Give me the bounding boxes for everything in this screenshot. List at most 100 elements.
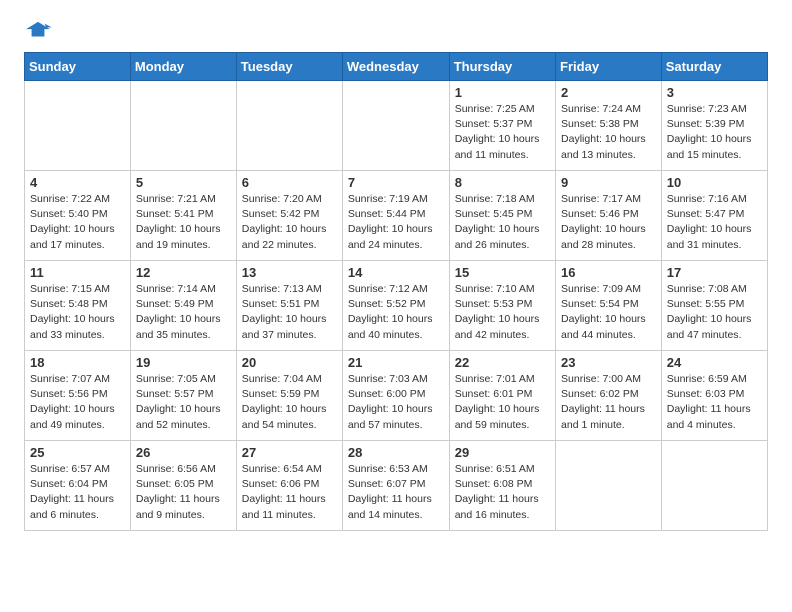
calendar-week-5: 25 Sunrise: 6:57 AM Sunset: 6:04 PM Dayli… (25, 441, 768, 531)
calendar-cell: 2 Sunrise: 7:24 AM Sunset: 5:38 PM Daylig… (556, 81, 662, 171)
header-friday: Friday (556, 53, 662, 81)
day-number: 9 (561, 175, 656, 190)
day-info: Sunrise: 6:51 AM Sunset: 6:08 PM Dayligh… (455, 462, 550, 523)
day-info: Sunrise: 6:56 AM Sunset: 6:05 PM Dayligh… (136, 462, 231, 523)
calendar-cell: 20Sunrise: 7:04 AM Sunset: 5:59 PM Dayli… (236, 351, 342, 441)
day-info: Sunrise: 7:05 AM Sunset: 5:57 PM Dayligh… (136, 372, 231, 433)
calendar-cell (556, 441, 662, 531)
day-number: 18 (30, 355, 125, 370)
day-info: Sunrise: 7:19 AM Sunset: 5:44 PM Dayligh… (348, 192, 444, 253)
day-number: 21 (348, 355, 444, 370)
calendar-cell (130, 81, 236, 171)
calendar-cell: 1Sunrise: 7:25 AM Sunset: 5:37 PM Daylig… (449, 81, 555, 171)
calendar-header-row: SundayMondayTuesdayWednesdayThursdayFrid… (25, 53, 768, 81)
day-info: Sunrise: 7:10 AM Sunset: 5:53 PM Dayligh… (455, 282, 550, 343)
calendar-cell (661, 441, 767, 531)
page-header (24, 20, 768, 42)
day-number: 16 (561, 265, 656, 280)
calendar-cell: 26 Sunrise: 6:56 AM Sunset: 6:05 PM Dayli… (130, 441, 236, 531)
calendar-cell: 29 Sunrise: 6:51 AM Sunset: 6:08 PM Dayli… (449, 441, 555, 531)
calendar-cell: 12 Sunrise: 7:14 AM Sunset: 5:49 PM Dayli… (130, 261, 236, 351)
calendar-cell: 17Sunrise: 7:08 AM Sunset: 5:55 PM Dayli… (661, 261, 767, 351)
logo-icon (24, 20, 52, 42)
day-info: Sunrise: 7:03 AM Sunset: 6:00 PM Dayligh… (348, 372, 444, 433)
calendar-cell: 10 Sunrise: 7:16 AM Sunset: 5:47 PM Dayli… (661, 171, 767, 261)
calendar-cell (25, 81, 131, 171)
calendar-cell: 14 Sunrise: 7:12 AM Sunset: 5:52 PM Dayli… (342, 261, 449, 351)
calendar-cell: 3 Sunrise: 7:23 AM Sunset: 5:39 PM Daylig… (661, 81, 767, 171)
logo (24, 20, 54, 42)
day-info: Sunrise: 7:14 AM Sunset: 5:49 PM Dayligh… (136, 282, 231, 343)
header-tuesday: Tuesday (236, 53, 342, 81)
day-number: 12 (136, 265, 231, 280)
day-number: 29 (455, 445, 550, 460)
day-number: 26 (136, 445, 231, 460)
day-info: Sunrise: 7:21 AM Sunset: 5:41 PM Dayligh… (136, 192, 231, 253)
calendar-week-4: 18 Sunrise: 7:07 AM Sunset: 5:56 PM Dayli… (25, 351, 768, 441)
day-info: Sunrise: 7:00 AM Sunset: 6:02 PM Dayligh… (561, 372, 656, 433)
day-info: Sunrise: 7:24 AM Sunset: 5:38 PM Dayligh… (561, 102, 656, 163)
calendar-cell: 16Sunrise: 7:09 AM Sunset: 5:54 PM Dayli… (556, 261, 662, 351)
day-info: Sunrise: 7:07 AM Sunset: 5:56 PM Dayligh… (30, 372, 125, 433)
day-number: 3 (667, 85, 762, 100)
calendar-cell: 18 Sunrise: 7:07 AM Sunset: 5:56 PM Dayli… (25, 351, 131, 441)
calendar-cell: 22 Sunrise: 7:01 AM Sunset: 6:01 PM Dayli… (449, 351, 555, 441)
calendar-cell: 4 Sunrise: 7:22 AM Sunset: 5:40 PM Daylig… (25, 171, 131, 261)
day-number: 27 (242, 445, 337, 460)
day-info: Sunrise: 7:13 AM Sunset: 5:51 PM Dayligh… (242, 282, 337, 343)
calendar-cell: 13 Sunrise: 7:13 AM Sunset: 5:51 PM Dayli… (236, 261, 342, 351)
day-info: Sunrise: 7:15 AM Sunset: 5:48 PM Dayligh… (30, 282, 125, 343)
day-info: Sunrise: 7:16 AM Sunset: 5:47 PM Dayligh… (667, 192, 762, 253)
day-info: Sunrise: 7:12 AM Sunset: 5:52 PM Dayligh… (348, 282, 444, 343)
day-info: Sunrise: 7:25 AM Sunset: 5:37 PM Dayligh… (455, 102, 550, 163)
header-wednesday: Wednesday (342, 53, 449, 81)
day-number: 8 (455, 175, 550, 190)
day-number: 4 (30, 175, 125, 190)
day-number: 17 (667, 265, 762, 280)
header-sunday: Sunday (25, 53, 131, 81)
header-thursday: Thursday (449, 53, 555, 81)
day-info: Sunrise: 6:57 AM Sunset: 6:04 PM Dayligh… (30, 462, 125, 523)
day-number: 19 (136, 355, 231, 370)
calendar-cell: 8 Sunrise: 7:18 AM Sunset: 5:45 PM Daylig… (449, 171, 555, 261)
calendar-week-1: 1Sunrise: 7:25 AM Sunset: 5:37 PM Daylig… (25, 81, 768, 171)
day-number: 14 (348, 265, 444, 280)
day-number: 20 (242, 355, 337, 370)
day-info: Sunrise: 6:54 AM Sunset: 6:06 PM Dayligh… (242, 462, 337, 523)
day-number: 5 (136, 175, 231, 190)
calendar-week-2: 4 Sunrise: 7:22 AM Sunset: 5:40 PM Daylig… (25, 171, 768, 261)
calendar-cell: 19 Sunrise: 7:05 AM Sunset: 5:57 PM Dayli… (130, 351, 236, 441)
calendar-cell: 23 Sunrise: 7:00 AM Sunset: 6:02 PM Dayli… (556, 351, 662, 441)
day-number: 24 (667, 355, 762, 370)
header-monday: Monday (130, 53, 236, 81)
day-info: Sunrise: 6:53 AM Sunset: 6:07 PM Dayligh… (348, 462, 444, 523)
day-number: 28 (348, 445, 444, 460)
day-number: 23 (561, 355, 656, 370)
day-info: Sunrise: 7:20 AM Sunset: 5:42 PM Dayligh… (242, 192, 337, 253)
calendar-cell: 27 Sunrise: 6:54 AM Sunset: 6:06 PM Dayli… (236, 441, 342, 531)
calendar-cell (342, 81, 449, 171)
calendar-week-3: 11 Sunrise: 7:15 AM Sunset: 5:48 PM Dayli… (25, 261, 768, 351)
calendar-cell: 28 Sunrise: 6:53 AM Sunset: 6:07 PM Dayli… (342, 441, 449, 531)
day-number: 2 (561, 85, 656, 100)
day-number: 10 (667, 175, 762, 190)
calendar-cell: 24Sunrise: 6:59 AM Sunset: 6:03 PM Dayli… (661, 351, 767, 441)
calendar-cell: 21 Sunrise: 7:03 AM Sunset: 6:00 PM Dayli… (342, 351, 449, 441)
calendar-cell (236, 81, 342, 171)
calendar-cell: 15 Sunrise: 7:10 AM Sunset: 5:53 PM Dayli… (449, 261, 555, 351)
calendar-table: SundayMondayTuesdayWednesdayThursdayFrid… (24, 52, 768, 531)
day-info: Sunrise: 7:01 AM Sunset: 6:01 PM Dayligh… (455, 372, 550, 433)
day-info: Sunrise: 7:23 AM Sunset: 5:39 PM Dayligh… (667, 102, 762, 163)
day-number: 13 (242, 265, 337, 280)
day-number: 25 (30, 445, 125, 460)
day-info: Sunrise: 7:22 AM Sunset: 5:40 PM Dayligh… (30, 192, 125, 253)
day-number: 6 (242, 175, 337, 190)
day-number: 11 (30, 265, 125, 280)
day-number: 22 (455, 355, 550, 370)
calendar-cell: 11 Sunrise: 7:15 AM Sunset: 5:48 PM Dayli… (25, 261, 131, 351)
header-saturday: Saturday (661, 53, 767, 81)
calendar-cell: 7 Sunrise: 7:19 AM Sunset: 5:44 PM Daylig… (342, 171, 449, 261)
day-info: Sunrise: 7:18 AM Sunset: 5:45 PM Dayligh… (455, 192, 550, 253)
day-number: 7 (348, 175, 444, 190)
day-number: 15 (455, 265, 550, 280)
